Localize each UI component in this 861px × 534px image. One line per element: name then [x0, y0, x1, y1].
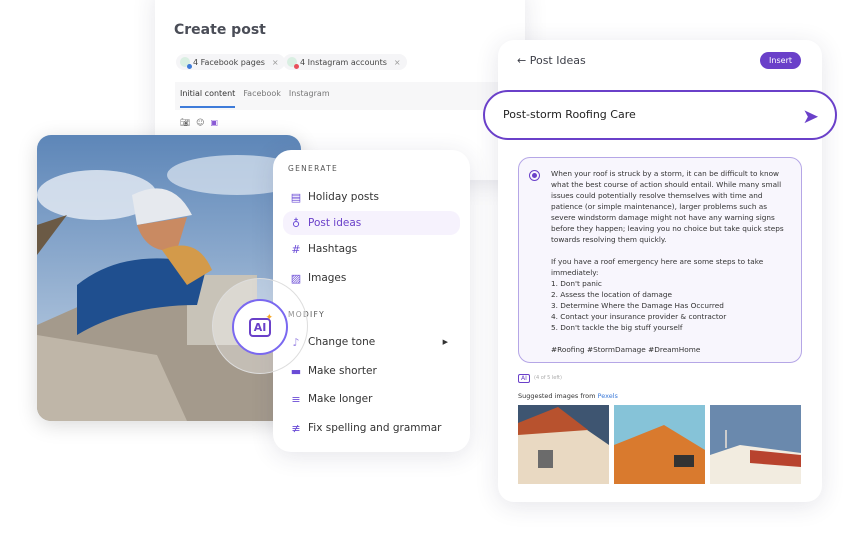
suggested-images-label: Suggested images from Pexels: [518, 392, 618, 400]
insert-button[interactable]: Insert: [760, 52, 801, 69]
instagram-accounts-chip[interactable]: 4 Instagram accounts ×: [283, 54, 407, 70]
post-idea-option[interactable]: When your roof is struck by a storm, it …: [518, 157, 802, 363]
credits-left: (4 of 5 left): [534, 375, 562, 381]
instagram-account-icon: [287, 57, 299, 69]
close-icon[interactable]: ×: [394, 58, 401, 67]
short-lines-icon: ▬: [290, 364, 302, 378]
menu-item-post-ideas[interactable]: ♁ Post ideas: [283, 211, 460, 235]
menu-item-images[interactable]: ▨ Images: [283, 266, 460, 290]
ai-assistant-button[interactable]: AI ✦: [232, 299, 288, 355]
suggested-image[interactable]: [518, 405, 609, 484]
page-title: Create post: [174, 22, 266, 38]
radio-selected[interactable]: [529, 170, 540, 181]
suggested-image[interactable]: [614, 405, 705, 484]
ai-actions-menu: GENERATE ▤ Holiday posts ♁ Post ideas # Has…: [273, 150, 470, 452]
tab-instagram[interactable]: Instagram: [289, 89, 330, 103]
back-button[interactable]: ← Post Ideas: [517, 54, 586, 67]
image-icon: ▨: [290, 271, 302, 285]
send-icon[interactable]: ➤: [802, 104, 819, 128]
hashtag-icon: #: [291, 242, 301, 256]
suggested-image[interactable]: [710, 405, 801, 484]
topic-input[interactable]: Post-storm Roofing Care ➤: [483, 90, 837, 140]
menu-item-make-shorter[interactable]: ▬ Make shorter: [283, 359, 460, 383]
ai-icon[interactable]: ▣: [211, 118, 219, 127]
long-lines-icon: ≡: [291, 392, 301, 406]
menu-item-change-tone[interactable]: ♪ Change tone ▶: [283, 330, 460, 354]
facebook-pages-chip[interactable]: 4 Facebook pages ×: [176, 54, 285, 70]
emoji-icon[interactable]: ☺: [196, 118, 204, 127]
pexels-link[interactable]: Pexels: [598, 392, 618, 400]
menu-item-fix-spelling[interactable]: ≢ Fix spelling and grammar: [283, 416, 460, 440]
spellcheck-icon: ≢: [291, 421, 301, 435]
arrow-left-icon: ←: [517, 54, 530, 67]
tab-facebook[interactable]: Facebook: [243, 89, 281, 103]
camera-icon[interactable]: 📷︎: [180, 118, 190, 127]
chevron-right-icon: ▶: [442, 338, 448, 346]
content-tabs: Initial content Facebook Instagram: [175, 82, 525, 110]
facebook-account-icon: [180, 57, 192, 69]
menu-item-make-longer[interactable]: ≡ Make longer: [283, 387, 460, 411]
sparkle-icon: ✦: [265, 313, 273, 323]
close-icon[interactable]: ×: [272, 58, 279, 67]
tab-initial-content[interactable]: Initial content: [180, 89, 236, 108]
editor-toolbar: 📷︎ ☺ ▣: [180, 118, 218, 127]
generate-section-label: GENERATE: [288, 164, 339, 173]
lightbulb-icon: ♁: [291, 216, 301, 230]
menu-item-holiday-posts[interactable]: ▤ Holiday posts: [283, 185, 460, 209]
ai-badge: AI: [518, 374, 530, 383]
menu-item-hashtags[interactable]: # Hashtags: [283, 237, 460, 261]
calendar-icon: ▤: [290, 190, 302, 204]
